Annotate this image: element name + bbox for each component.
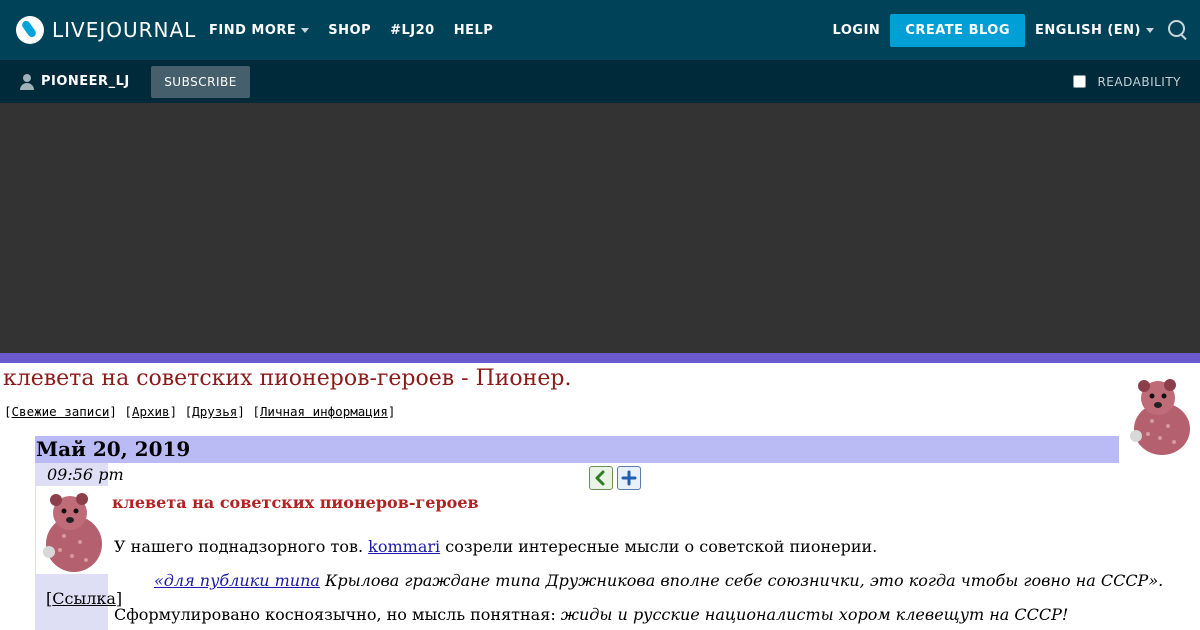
journal-sub-bar: PIONEER_LJ SUBSCRIBE READABILITY [0, 60, 1200, 103]
entry-date-header: Май 20, 2019 [35, 436, 1119, 463]
nav-lj20[interactable]: #LJ20 [390, 23, 435, 38]
subscribe-button[interactable]: SUBSCRIBE [151, 66, 250, 98]
journal-title: клевета на советских пионеров-героев - П… [3, 366, 572, 391]
journal-link-archive[interactable]: Архив [132, 404, 170, 419]
arrow-left-icon [595, 470, 605, 486]
user-link-kommari[interactable]: kommari [368, 537, 440, 556]
entry-permalink[interactable]: [Ссылка] [46, 589, 122, 608]
create-blog-button[interactable]: CREATE BLOG [890, 13, 1026, 47]
readability-checkbox[interactable] [1073, 75, 1087, 88]
entry-paragraph: Сформулировано косноязычно, но мысль пон… [114, 598, 1114, 630]
main-nav: FIND MORE SHOP #LJ20 HELP [209, 0, 512, 60]
readability-label: READABILITY [1097, 74, 1181, 89]
language-label: ENGLISH (EN) [1035, 22, 1141, 38]
chevron-down-icon [301, 27, 310, 33]
entry-permalink-label: Ссылка [52, 589, 116, 608]
livejournal-logo[interactable]: LIVEJOURNAL [16, 15, 196, 45]
journal-user-link[interactable]: PIONEER_LJ [20, 60, 130, 103]
language-selector[interactable]: ENGLISH (EN) [1035, 23, 1154, 38]
entry-body: У нашего поднадзорного тов. kommari созр… [114, 530, 1163, 630]
nav-find-more[interactable]: FIND MORE [209, 22, 310, 38]
readability-toggle[interactable]: READABILITY [1073, 60, 1181, 103]
entry-text: Сформулировано косноязычно, но мысль пон… [114, 605, 561, 624]
chevron-down-icon [1146, 27, 1154, 33]
journal-link-recent[interactable]: Свежие записи [12, 404, 110, 419]
journal-userpic[interactable] [1122, 376, 1196, 458]
ad-banner-area [0, 103, 1200, 353]
previous-entry-button[interactable] [589, 466, 613, 490]
entry-text: У нашего поднадзорного тов. [114, 537, 369, 556]
entry-quote: «для публики типа Крылова граждане типа … [114, 564, 1163, 598]
journal-header-stripe [0, 353, 1200, 363]
journal-nav-links: [Свежие записи] [Архив] [Друзья] [Личная… [4, 404, 396, 419]
entry-paragraph: У нашего поднадзорного тов. kommari созр… [114, 530, 1114, 564]
nav-find-more-label: FIND MORE [209, 22, 297, 38]
user-icon [20, 73, 34, 90]
entry-emphasis: жиды и русские националисты хором клевещ… [560, 605, 1069, 624]
plus-icon [621, 470, 637, 486]
quote-text: Крылова граждане типа Дружникова вполне … [319, 571, 1164, 590]
entry-subject: клевета на советских пионеров-героев [112, 493, 479, 512]
quote-source-link[interactable]: «для публики типа [154, 571, 320, 590]
nav-help[interactable]: HELP [454, 23, 494, 38]
entry-time: 09:56 pm [47, 465, 124, 484]
logo-text: LIVEJOURNAL [52, 18, 197, 42]
login-link[interactable]: LOGIN [833, 23, 881, 38]
journal-link-profile[interactable]: Личная информация [260, 404, 388, 419]
search-icon[interactable] [1168, 20, 1188, 40]
entry-text: созрели интересные мысли о советской пио… [440, 537, 878, 556]
entry-userpic[interactable] [36, 486, 108, 574]
nav-shop[interactable]: SHOP [328, 23, 371, 38]
top-nav-bar: LIVEJOURNAL FIND MORE SHOP #LJ20 HELP LO… [0, 0, 1200, 60]
journal-username: PIONEER_LJ [41, 74, 130, 89]
journal-link-friends[interactable]: Друзья [192, 404, 237, 419]
add-to-memories-button[interactable] [617, 466, 641, 490]
livejournal-logo-icon [16, 16, 44, 44]
account-nav: LOGIN CREATE BLOG ENGLISH (EN) [833, 0, 1200, 60]
